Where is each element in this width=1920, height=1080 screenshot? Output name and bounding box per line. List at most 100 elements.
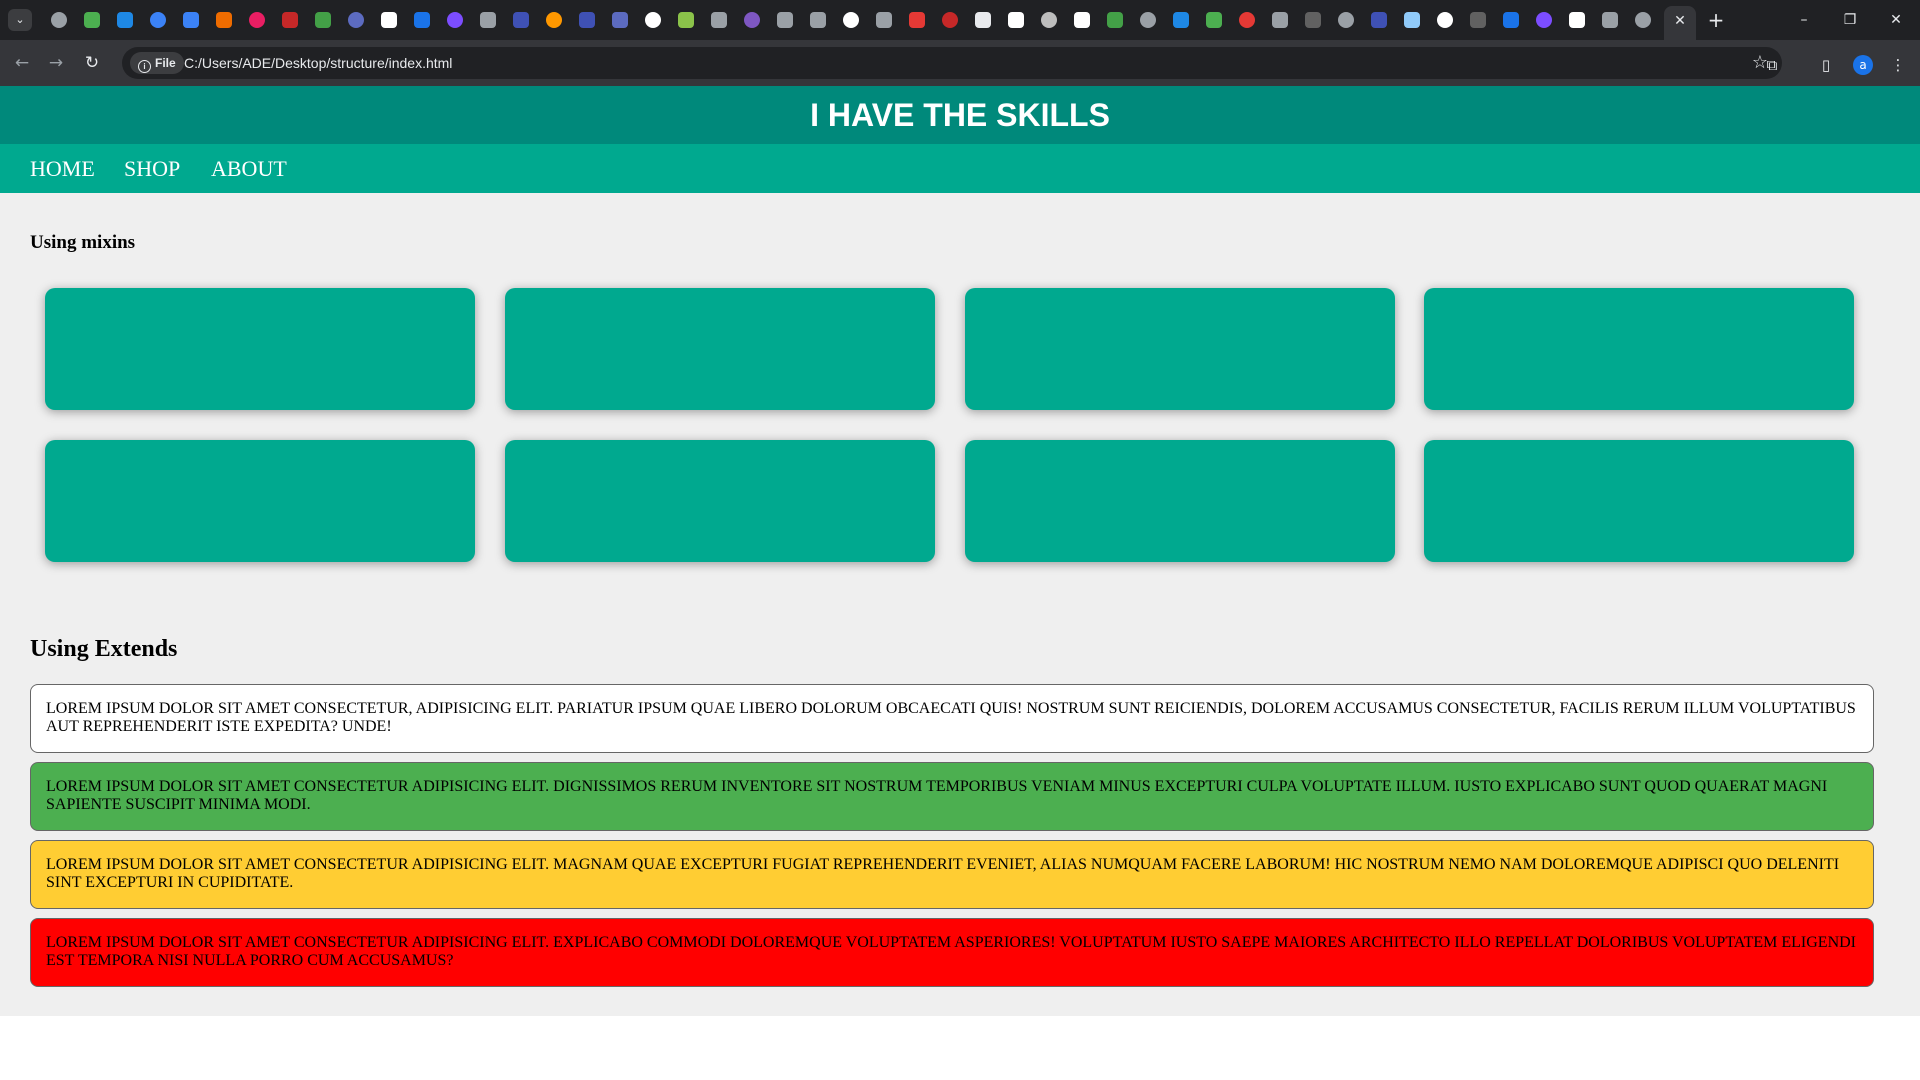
minimize-button[interactable]: –	[1781, 0, 1827, 40]
favicon-icon	[1469, 12, 1486, 28]
pinned-tab[interactable]	[42, 0, 75, 40]
pinned-tab[interactable]	[504, 0, 537, 40]
pinned-tab[interactable]	[999, 0, 1032, 40]
pinned-tab[interactable]	[1494, 0, 1527, 40]
pinned-tab[interactable]	[207, 0, 240, 40]
pinned-tab[interactable]	[570, 0, 603, 40]
pinned-tab[interactable]	[1461, 0, 1494, 40]
pinned-tab[interactable]	[1296, 0, 1329, 40]
favicon-icon	[1073, 12, 1090, 28]
favicon-icon	[1205, 12, 1222, 28]
reload-icon[interactable]: ↻	[80, 51, 104, 75]
favicon-icon	[743, 12, 760, 28]
close-window-button[interactable]: ✕	[1873, 0, 1919, 40]
favicon-icon	[1634, 12, 1651, 28]
pinned-tab[interactable]	[834, 0, 867, 40]
forward-arrow-icon[interactable]: →	[44, 51, 68, 75]
pinned-tab[interactable]	[1098, 0, 1131, 40]
favicon-icon	[710, 12, 727, 28]
pinned-tab[interactable]	[900, 0, 933, 40]
pinned-tab[interactable]	[933, 0, 966, 40]
pinned-tab[interactable]	[372, 0, 405, 40]
menu-kebab-icon[interactable]: ⋮	[1886, 53, 1910, 77]
restore-button[interactable]: ❐	[1827, 0, 1873, 40]
pinned-tab[interactable]	[1065, 0, 1098, 40]
favicon-icon	[677, 12, 694, 28]
mixin-card	[505, 440, 935, 562]
profile-avatar[interactable]: a	[1853, 55, 1873, 75]
favicon-icon	[1238, 12, 1255, 28]
pinned-tab[interactable]	[768, 0, 801, 40]
nav-about-link[interactable]: ABOUT	[211, 144, 287, 193]
pinned-tab[interactable]	[1329, 0, 1362, 40]
pinned-tab[interactable]	[1626, 0, 1659, 40]
pinned-tab[interactable]	[405, 0, 438, 40]
pinned-tab[interactable]	[1032, 0, 1065, 40]
pinned-tab[interactable]	[1197, 0, 1230, 40]
site-info-chip[interactable]: i File	[130, 52, 184, 74]
pinned-tab[interactable]	[1560, 0, 1593, 40]
side-panel-icon[interactable]: ▯	[1814, 53, 1838, 77]
pinned-tab[interactable]	[108, 0, 141, 40]
pinned-tab[interactable]	[966, 0, 999, 40]
active-tab[interactable]: ✕	[1664, 6, 1696, 40]
close-tab-icon[interactable]: ✕	[1674, 13, 1686, 29]
url-text[interactable]: C:/Users/ADE/Desktop/structure/index.htm…	[184, 47, 452, 79]
pinned-tab[interactable]	[801, 0, 834, 40]
favicon-icon	[380, 12, 397, 28]
message-success: Lorem ipsum dolor sit amet consectetur a…	[30, 762, 1874, 831]
pinned-tab[interactable]	[537, 0, 570, 40]
favicon-icon	[1535, 12, 1552, 28]
favicon-icon	[545, 12, 562, 28]
pinned-tab[interactable]	[306, 0, 339, 40]
pinned-tab[interactable]	[669, 0, 702, 40]
pinned-tab[interactable]	[75, 0, 108, 40]
pinned-tab[interactable]	[1263, 0, 1296, 40]
info-icon: i	[138, 60, 151, 73]
pinned-tab[interactable]	[735, 0, 768, 40]
pinned-tab[interactable]	[867, 0, 900, 40]
pinned-tab[interactable]	[1131, 0, 1164, 40]
pinned-tab[interactable]	[141, 0, 174, 40]
favicon-icon	[50, 12, 67, 28]
extensions-icon[interactable]: ⧉	[1760, 53, 1784, 77]
pinned-tab[interactable]	[1593, 0, 1626, 40]
favicon-icon	[1568, 12, 1585, 28]
mixin-card	[965, 440, 1395, 562]
favicon-icon	[512, 12, 529, 28]
pinned-tab[interactable]	[603, 0, 636, 40]
back-arrow-icon[interactable]: ←	[10, 51, 34, 75]
pinned-tab[interactable]	[240, 0, 273, 40]
favicon-icon	[116, 12, 133, 28]
pinned-tab[interactable]	[471, 0, 504, 40]
favicon-icon	[446, 12, 463, 28]
mixin-card	[1424, 288, 1854, 410]
pinned-tab[interactable]	[1230, 0, 1263, 40]
favicon-icon	[1139, 12, 1156, 28]
pinned-tab[interactable]	[273, 0, 306, 40]
favicon-icon	[908, 12, 925, 28]
tab-search-button[interactable]: ⌄	[8, 9, 32, 31]
pinned-tab[interactable]	[636, 0, 669, 40]
address-bar[interactable]: i File C:/Users/ADE/Desktop/structure/ind…	[122, 47, 1782, 79]
page-content: I HAVE THE SKILLS HOME SHOP ABOUT Using …	[0, 86, 1920, 1016]
favicon-icon	[1271, 12, 1288, 28]
pinned-tab[interactable]	[339, 0, 372, 40]
pinned-tab[interactable]	[1395, 0, 1428, 40]
new-tab-button[interactable]: +	[1704, 8, 1728, 32]
mixin-card	[45, 440, 475, 562]
pinned-tab[interactable]	[1527, 0, 1560, 40]
favicon-icon	[1403, 12, 1420, 28]
mixins-heading: Using mixins	[30, 232, 136, 253]
pinned-tab[interactable]	[1164, 0, 1197, 40]
favicon-icon	[215, 12, 232, 28]
nav-shop-link[interactable]: SHOP	[124, 144, 180, 193]
pinned-tab[interactable]	[174, 0, 207, 40]
favicon-icon	[248, 12, 265, 28]
pinned-tab[interactable]	[702, 0, 735, 40]
favicon-icon	[1106, 12, 1123, 28]
pinned-tab[interactable]	[438, 0, 471, 40]
pinned-tab[interactable]	[1362, 0, 1395, 40]
pinned-tab[interactable]	[1428, 0, 1461, 40]
nav-home-link[interactable]: HOME	[30, 144, 95, 193]
